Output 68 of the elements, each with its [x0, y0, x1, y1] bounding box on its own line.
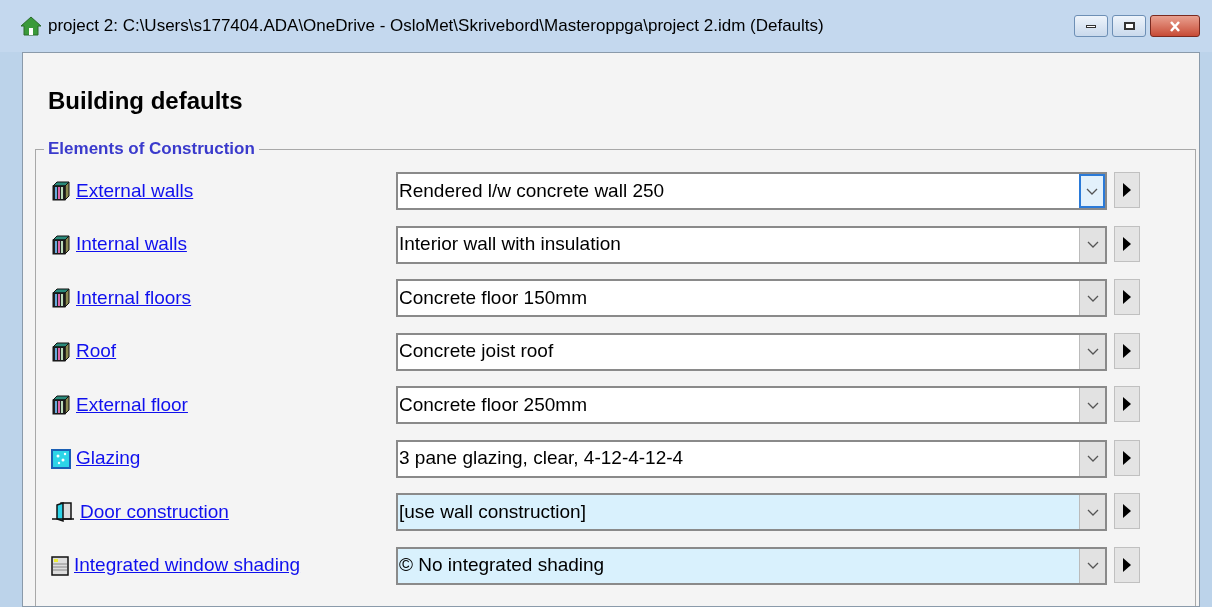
construction-link[interactable]: External floor: [76, 390, 188, 420]
door-icon: [51, 501, 75, 523]
details-button[interactable]: [1114, 439, 1140, 476]
combo-box[interactable]: Concrete floor 250mm: [396, 386, 1107, 424]
chevron-down-icon: [1086, 187, 1098, 195]
details-button[interactable]: [1114, 225, 1140, 262]
dropdown-button[interactable]: [1079, 441, 1105, 476]
combo-box[interactable]: Interior wall with insulation: [396, 225, 1107, 264]
dropdown-button[interactable]: [1079, 227, 1105, 262]
play-arrow-icon: [1123, 290, 1131, 304]
wall-layers-icon: [51, 287, 71, 309]
combo-value: © No integrated shading: [398, 553, 606, 578]
chevron-down-icon: [1086, 241, 1099, 248]
maximize-button[interactable]: [1112, 15, 1146, 37]
chevron-down-icon: [1086, 348, 1099, 355]
combo-value: 3 pane glazing, clear, 4-12-4-12-4: [398, 446, 685, 471]
play-arrow-icon: [1123, 397, 1131, 411]
play-arrow-icon: [1123, 557, 1131, 572]
combo-value: Concrete joist roof: [398, 339, 555, 364]
play-arrow-icon: [1123, 504, 1131, 518]
blind-icon: [51, 555, 69, 576]
construction-link[interactable]: Integrated window shading: [74, 551, 301, 580]
dropdown-button[interactable]: [1079, 334, 1105, 369]
glass-pane-icon: [51, 448, 71, 469]
play-arrow-icon: [1123, 236, 1131, 251]
construction-link[interactable]: Roof: [76, 337, 117, 366]
combo-value: Rendered l/w concrete wall 250: [398, 178, 666, 203]
combo-box[interactable]: Concrete joist roof: [396, 332, 1107, 371]
construction-link[interactable]: Door construction: [80, 497, 229, 527]
combo-value: [use wall construction]: [398, 499, 587, 524]
construction-link[interactable]: External walls: [76, 176, 194, 206]
combo-value: Concrete floor 250mm: [398, 392, 588, 417]
play-arrow-icon: [1123, 183, 1131, 197]
dropdown-button[interactable]: [1079, 174, 1105, 208]
combo-box[interactable]: © No integrated shading: [396, 546, 1107, 585]
combo-box[interactable]: 3 pane glazing, clear, 4-12-4-12-4: [396, 439, 1107, 478]
chevron-down-icon: [1086, 401, 1099, 409]
chevron-down-icon: [1086, 294, 1099, 302]
dropdown-button[interactable]: [1079, 548, 1105, 583]
window-title: project 2: C:\Users\s177404.ADA\OneDrive - OsloMet\Skrivebord\Masteroppga\project 2.idm (Defaults): [48, 15, 824, 38]
play-arrow-icon: [1123, 450, 1131, 465]
close-icon: [1169, 20, 1181, 32]
wall-layers-icon: [51, 394, 71, 416]
combo-box[interactable]: Concrete floor 150mm: [396, 279, 1107, 317]
combo-box[interactable]: [use wall construction]: [396, 493, 1107, 531]
chevron-down-icon: [1086, 508, 1099, 516]
wall-layers-icon: [51, 180, 71, 202]
wall-layers-icon: [51, 233, 71, 256]
details-button[interactable]: [1114, 279, 1140, 315]
details-button[interactable]: [1114, 546, 1140, 583]
chevron-down-icon: [1086, 455, 1099, 462]
details-button[interactable]: [1114, 332, 1140, 369]
close-button[interactable]: [1150, 15, 1200, 37]
combo-box[interactable]: Rendered l/w concrete wall 250: [396, 172, 1107, 210]
combo-value: Interior wall with insulation: [398, 232, 622, 257]
house-icon: [20, 16, 42, 36]
play-arrow-icon: [1123, 343, 1131, 358]
details-button[interactable]: [1114, 386, 1140, 422]
minimize-button[interactable]: [1074, 15, 1108, 37]
construction-link[interactable]: Internal walls: [76, 230, 187, 259]
page-heading: Building defaults: [48, 86, 243, 116]
combo-value: Concrete floor 150mm: [398, 285, 588, 310]
details-button[interactable]: [1114, 493, 1140, 529]
details-button[interactable]: [1114, 172, 1140, 208]
construction-link[interactable]: Internal floors: [76, 283, 192, 313]
wall-layers-icon: [51, 340, 71, 363]
construction-link[interactable]: Glazing: [76, 444, 141, 473]
chevron-down-icon: [1086, 562, 1099, 569]
